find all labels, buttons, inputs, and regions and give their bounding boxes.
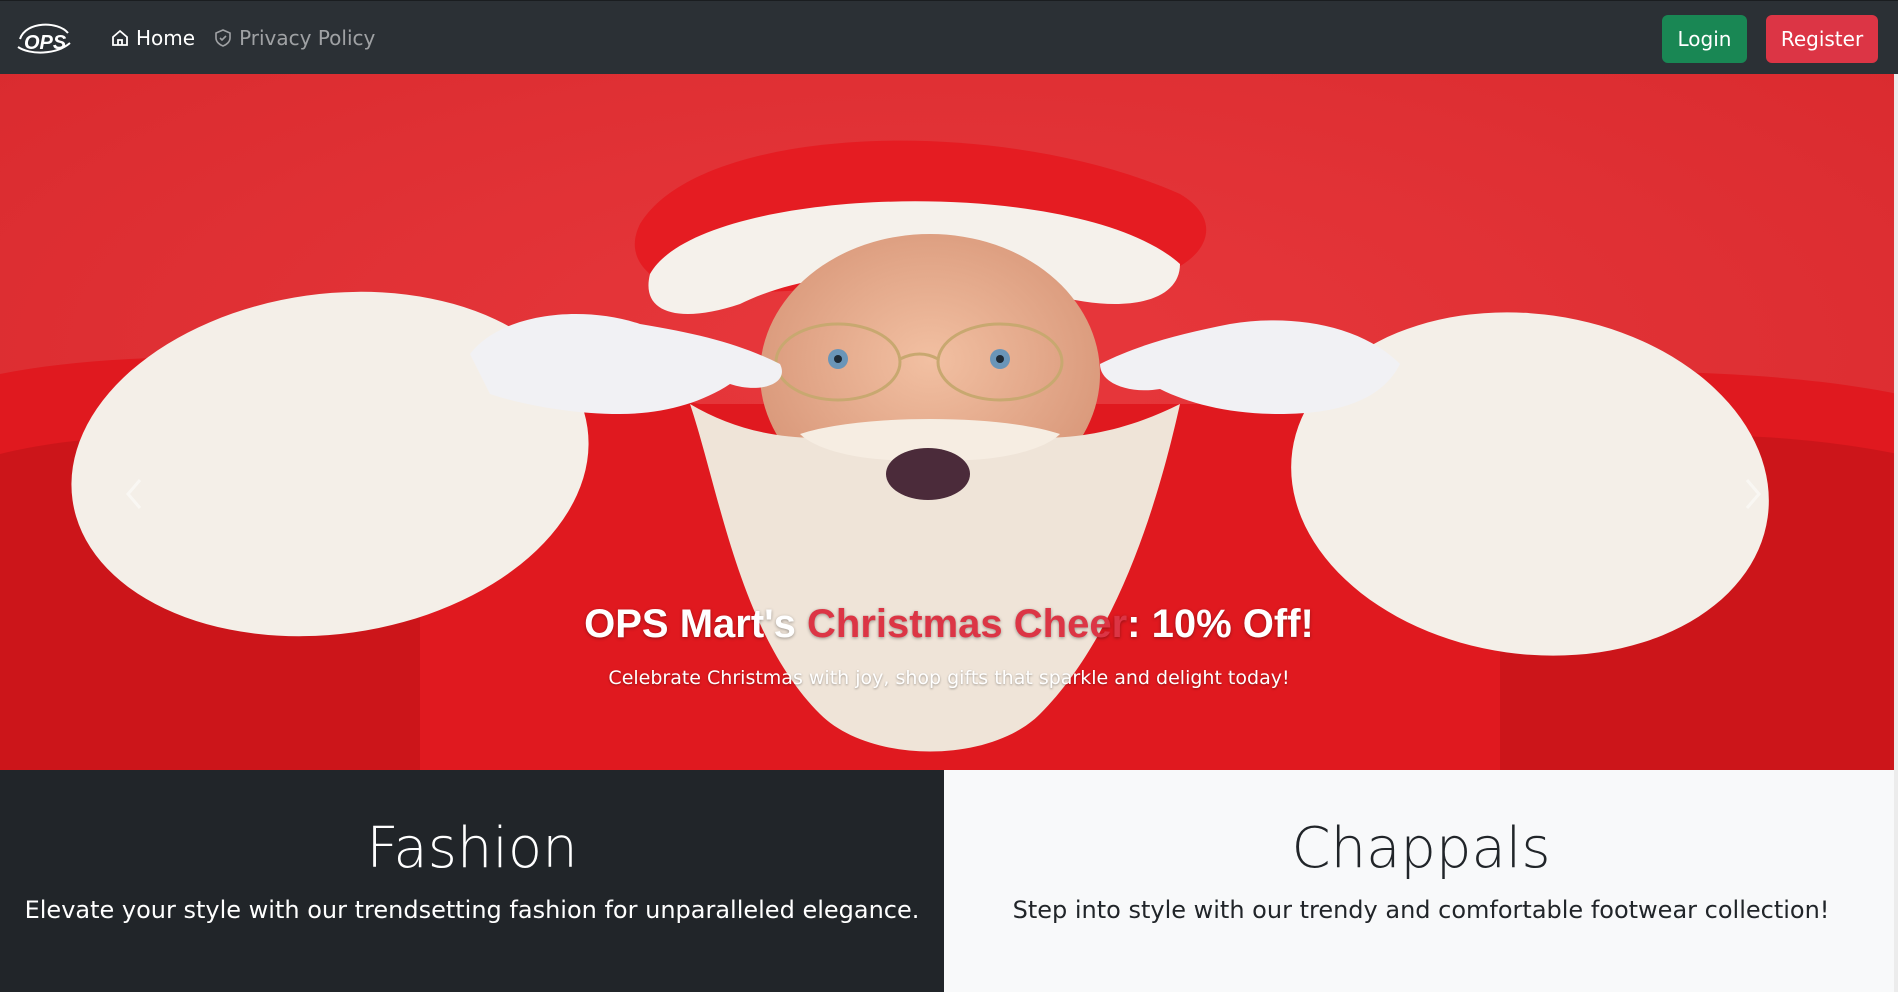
nav-links: Home Privacy Policy [110,1,375,75]
login-button[interactable]: Login [1662,15,1747,63]
hero-caption: OPS Mart's Christmas Cheer: 10% Off! Cel… [0,604,1898,689]
house-icon [112,29,128,46]
hero-title-part2: : 10% Off! [1127,602,1314,646]
hero-subtitle: Celebrate Christmas with joy, shop gifts… [608,667,1290,689]
ops-logo-icon: OPS [17,23,71,54]
chevron-right-icon [1745,479,1761,509]
brand-logo[interactable]: OPS [16,19,72,57]
nav-link-home[interactable]: Home [110,26,195,50]
navbar: OPS Home Privacy Policy Login Register [0,0,1898,74]
svg-text:OPS: OPS [24,32,67,54]
hero-carousel: OPS Mart's Christmas Cheer: 10% Off! Cel… [0,74,1898,770]
chappals-section: Chappals Step into style with our trendy… [944,770,1898,992]
nav-link-privacy-policy-label: Privacy Policy [239,26,376,50]
shield-icon [215,29,231,47]
hero-title-part1: OPS Mart's [584,602,808,646]
register-button[interactable]: Register [1766,15,1878,63]
nav-link-home-label: Home [136,26,196,50]
chappals-title: Chappals [1291,816,1551,881]
nav-link-privacy-policy[interactable]: Privacy Policy [213,26,375,50]
fashion-section: Fashion Elevate your style with our tren… [0,770,944,992]
hero-title-accent: Christmas Cheer [807,602,1128,646]
chappals-text: Step into style with our trendy and comf… [1012,895,1830,924]
carousel-next-button[interactable] [1737,474,1767,514]
fashion-text: Elevate your style with our trendsetting… [24,895,920,924]
fashion-title: Fashion [366,816,578,881]
scrollbar[interactable] [1894,74,1898,992]
carousel-prev-button[interactable] [120,474,150,514]
chevron-left-icon [126,479,142,509]
hero-title: OPS Mart's Christmas Cheer: 10% Off! [0,604,1898,644]
